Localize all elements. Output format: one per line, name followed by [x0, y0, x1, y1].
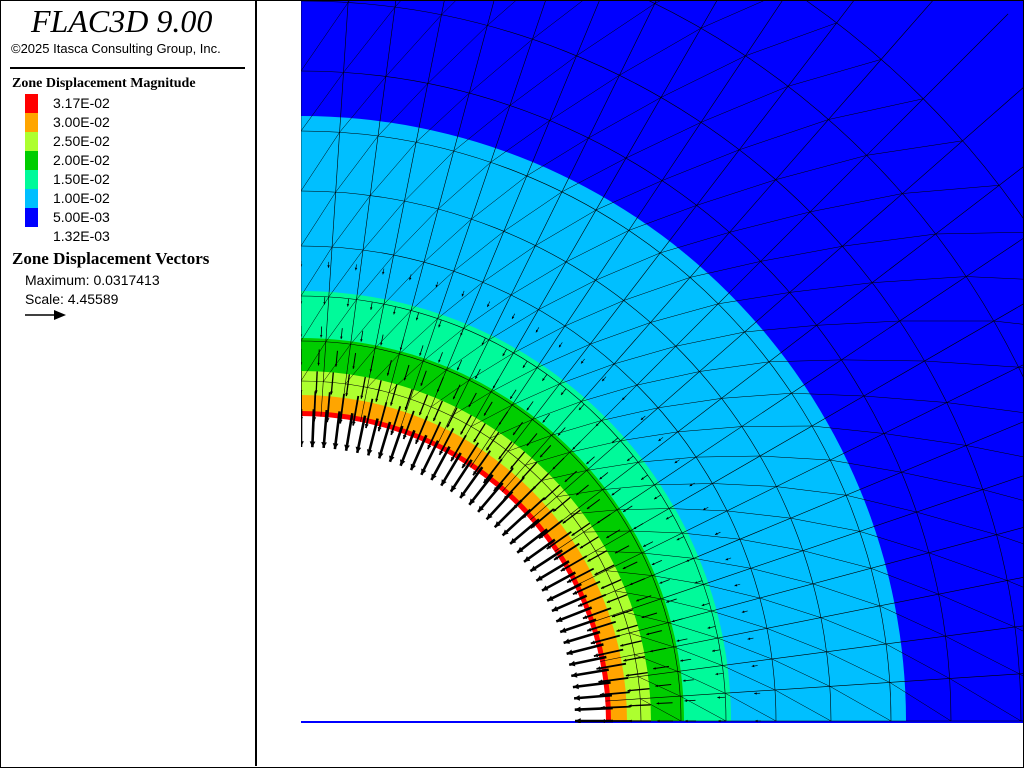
color-swatch [25, 170, 38, 189]
scale-value: 5.00E-03 [53, 209, 110, 225]
copyright-text: ©2025 Itasca Consulting Group, Inc. [11, 41, 221, 56]
scale-value: 3.17E-02 [53, 95, 110, 111]
color-swatch [25, 151, 38, 170]
scale-value: 1.50E-02 [53, 171, 110, 187]
vectors-scale: Scale: 4.45589 [25, 291, 119, 307]
app-title: FLAC3D 9.00 [31, 3, 213, 39]
magnitude-legend-title: Zone Displacement Magnitude [12, 76, 196, 91]
scale-value: 1.32E-03 [53, 228, 110, 244]
color-swatch [25, 189, 38, 208]
contour-plot[interactable] [301, 1, 1023, 723]
scale-value: 2.00E-02 [53, 152, 110, 168]
scale-value: 1.00E-02 [53, 190, 110, 206]
vectors-maximum: Maximum: 0.0317413 [25, 272, 160, 288]
color-swatch [25, 132, 38, 151]
legend-divider [10, 67, 245, 69]
vectors-legend-title: Zone Displacement Vectors [12, 249, 210, 268]
color-swatch [25, 113, 38, 132]
right-arrow-icon [25, 310, 66, 320]
legend-panel: FLAC3D 9.00 ©2025 Itasca Consulting Grou… [1, 1, 257, 766]
scale-value: 3.00E-02 [53, 114, 110, 130]
color-swatch [25, 208, 38, 227]
scale-value: 2.50E-02 [53, 133, 110, 149]
color-swatch [25, 94, 38, 113]
